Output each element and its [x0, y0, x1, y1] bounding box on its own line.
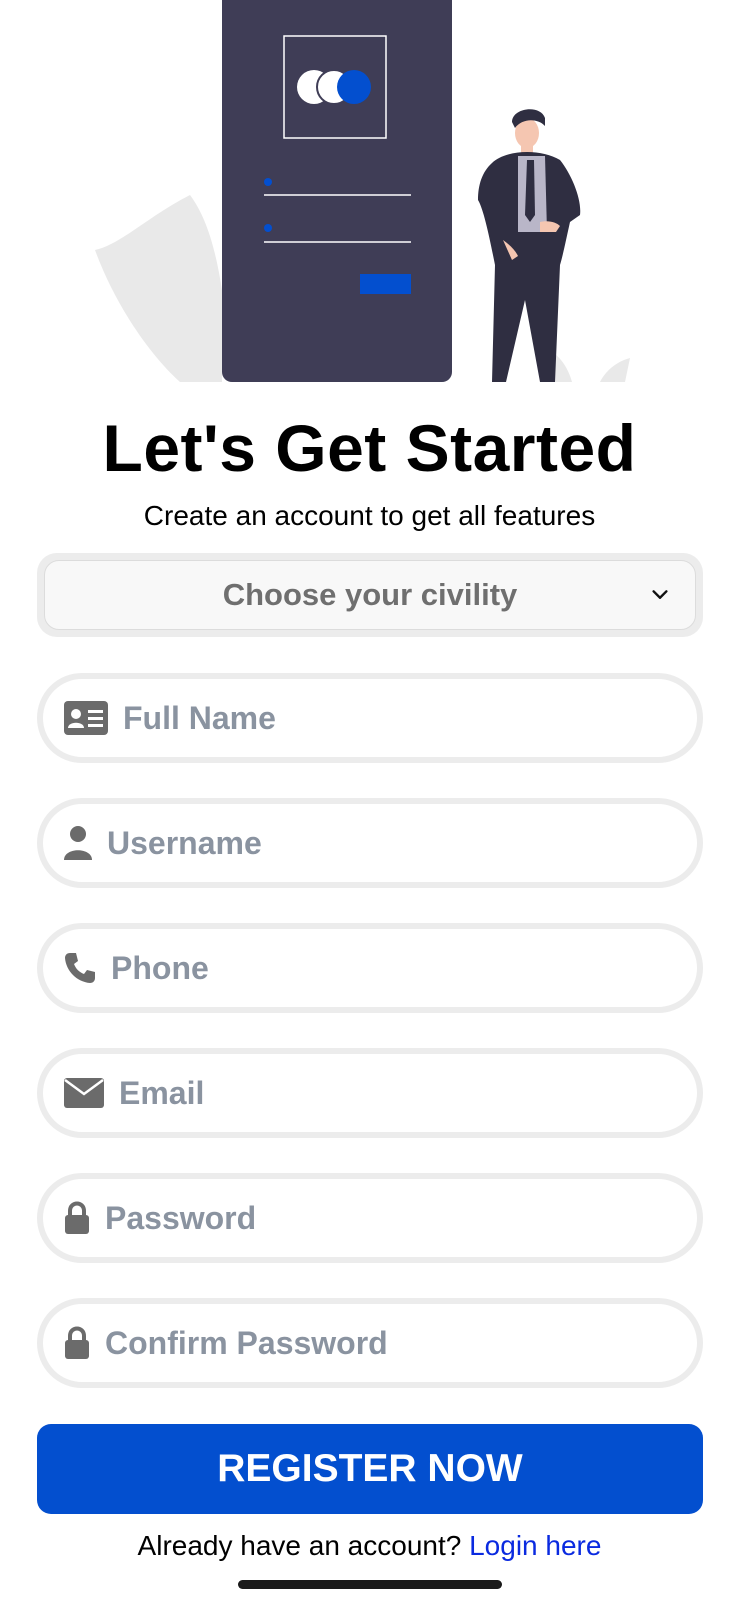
- email-placeholder: Email: [119, 1074, 205, 1111]
- username-placeholder: Username: [107, 824, 262, 861]
- full-name-field[interactable]: Full Name: [37, 673, 703, 763]
- email-field[interactable]: Email: [37, 1048, 703, 1138]
- id-card-icon: [63, 700, 109, 736]
- register-button[interactable]: REGISTER NOW: [37, 1424, 703, 1514]
- user-icon: [63, 825, 93, 861]
- civility-select-box[interactable]: Choose your civility: [44, 560, 696, 630]
- confirm-password-placeholder: Confirm Password: [105, 1324, 388, 1361]
- full-name-placeholder: Full Name: [123, 699, 276, 736]
- phone-field[interactable]: Phone: [37, 923, 703, 1013]
- home-indicator: [238, 1580, 502, 1589]
- register-screen: Let's Get Started Create an account to g…: [0, 0, 739, 1600]
- page-subtitle: Create an account to get all features: [143, 500, 596, 531]
- envelope-icon: [63, 1077, 105, 1109]
- login-prompt-text: Already have an account?: [137, 1530, 462, 1561]
- username-field[interactable]: Username: [37, 798, 703, 888]
- login-prompt: Already have an account? Login here: [0, 1530, 739, 1562]
- page-title: Let's Get Started: [102, 411, 637, 485]
- password-placeholder: Password: [105, 1199, 257, 1236]
- password-field[interactable]: Password: [37, 1173, 703, 1263]
- login-link[interactable]: Login here: [469, 1530, 601, 1561]
- phone-placeholder: Phone: [111, 949, 209, 986]
- civility-select[interactable]: Choose your civility: [37, 553, 703, 637]
- phone-icon: [63, 951, 97, 985]
- chevron-down-icon: [652, 590, 668, 599]
- lock-icon: [63, 1326, 91, 1360]
- civility-select-value: Choose your civility: [222, 577, 518, 612]
- hero-illustration: [95, 0, 630, 382]
- confirm-password-field[interactable]: Confirm Password: [37, 1298, 703, 1388]
- lock-icon: [63, 1201, 91, 1235]
